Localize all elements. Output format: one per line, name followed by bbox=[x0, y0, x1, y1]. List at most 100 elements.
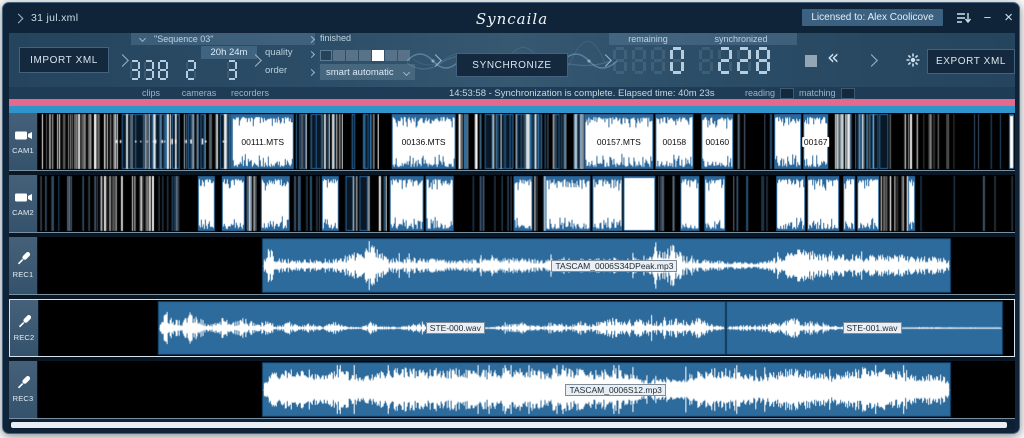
status-message: 14:53:58 - Synchronization is complete. … bbox=[449, 87, 715, 99]
quality-level-5[interactable] bbox=[372, 50, 384, 61]
track-content-REC1: TASCAM_0006S34DPeak.mp3 bbox=[38, 237, 1015, 294]
quality-level-2[interactable] bbox=[333, 50, 345, 61]
track-name: CAM1 bbox=[12, 146, 34, 155]
track-name: CAM2 bbox=[12, 208, 34, 217]
flow-chevron-4-icon bbox=[599, 54, 612, 67]
matching-toggle[interactable] bbox=[841, 88, 855, 99]
video-clip-label: 00160 bbox=[703, 137, 731, 147]
track-row-REC1: REC1 TASCAM_0006S34DPeak.mp3 bbox=[9, 237, 1015, 295]
camera-icon bbox=[14, 190, 33, 205]
matching-label: matching bbox=[799, 88, 836, 98]
expand-project-icon[interactable] bbox=[14, 13, 24, 23]
track-header-REC1[interactable]: REC1 bbox=[9, 237, 38, 294]
video-clip-label: 00157.MTS bbox=[595, 137, 643, 147]
microphone-icon bbox=[14, 252, 33, 267]
matching-progress-bar bbox=[9, 99, 1015, 106]
video-clip-label: 00167 bbox=[802, 137, 830, 147]
import-xml-button[interactable]: IMPORT XML bbox=[19, 47, 109, 73]
track-row-CAM2: CAM2 bbox=[9, 175, 1015, 233]
video-clip-label: 00111.MTS bbox=[239, 137, 286, 147]
toolbar: IMPORT XML "Sequence 03" 20h 24m finishe… bbox=[9, 33, 1015, 87]
camera-icon bbox=[14, 128, 33, 143]
step-forward-button[interactable] bbox=[865, 54, 878, 67]
order-select[interactable]: smart automatic bbox=[320, 64, 415, 80]
reading-label: reading bbox=[745, 88, 775, 98]
synchronized-label: synchronized bbox=[695, 34, 787, 44]
clips-count bbox=[130, 60, 172, 85]
track-clips-canvas[interactable] bbox=[38, 175, 1015, 232]
track-content-REC2: STE-000.wav STE-001.wav bbox=[39, 300, 1014, 356]
order-label: order bbox=[265, 65, 287, 76]
order-value: smart automatic bbox=[326, 67, 394, 78]
horizontal-scrollbar[interactable] bbox=[9, 421, 1015, 429]
audio-clip-label: STE-001.wav bbox=[843, 322, 902, 334]
screen: 31 jul.xml Syncaila Licensed to: Alex Co… bbox=[0, 0, 1024, 438]
quality-chevron-icon bbox=[308, 51, 315, 58]
synchronize-button[interactable]: SYNCHRONIZE bbox=[456, 53, 568, 77]
order-select-arrow-icon bbox=[403, 68, 410, 75]
audio-clip-label: STE-000.wav bbox=[426, 322, 485, 334]
quality-level-4[interactable] bbox=[359, 50, 371, 61]
quality-label: quality bbox=[265, 47, 292, 58]
track-clips-canvas[interactable] bbox=[38, 237, 1015, 294]
quality-level-7[interactable] bbox=[398, 50, 410, 61]
sync-status: finished bbox=[320, 33, 351, 43]
track-header-CAM2[interactable]: CAM2 bbox=[9, 175, 38, 232]
track-name: REC1 bbox=[13, 270, 34, 279]
track-name: REC3 bbox=[13, 394, 34, 403]
project-name: 31 jul.xml bbox=[31, 12, 78, 24]
microphone-icon bbox=[15, 315, 34, 330]
quality-level-6[interactable] bbox=[385, 50, 397, 61]
track-header-CAM1[interactable]: CAM1 bbox=[9, 113, 38, 170]
status-row: clips cameras recorders 14:53:58 - Synch… bbox=[9, 87, 1015, 99]
audio-clip-label: TASCAM_0006S12.mp3 bbox=[565, 384, 665, 396]
titlebar: 31 jul.xml Syncaila Licensed to: Alex Co… bbox=[9, 7, 1015, 33]
recorders-count bbox=[227, 60, 241, 85]
track-header-REC2[interactable]: REC2 bbox=[10, 300, 39, 356]
track-content-CAM1: 00111.MTS 00136.MTS 00157.MTS 00158 00160 001… bbox=[38, 113, 1015, 170]
close-icon[interactable]: × bbox=[1004, 11, 1013, 24]
sequence-duration: 20h 24m bbox=[201, 46, 257, 59]
rewind-button[interactable]: « bbox=[827, 47, 839, 67]
matching-toggle-group: matching bbox=[799, 87, 855, 99]
remaining-label: remaining bbox=[615, 34, 681, 44]
audio-clip-label: TASCAM_0006S34DPeak.mp3 bbox=[551, 260, 677, 272]
recorders-count-label: recorders bbox=[223, 87, 277, 99]
license-badge[interactable]: Licensed to: Alex Coolicove bbox=[802, 9, 942, 26]
stop-button[interactable] bbox=[805, 55, 817, 67]
cameras-count-label: cameras bbox=[175, 87, 223, 99]
sequence-name[interactable]: "Sequence 03" bbox=[154, 34, 213, 44]
reading-toggle[interactable] bbox=[780, 88, 794, 99]
track-clips-canvas[interactable] bbox=[38, 361, 1015, 418]
reading-progress-bar bbox=[9, 106, 1015, 113]
export-xml-button[interactable]: EXPORT XML bbox=[927, 49, 1015, 74]
track-row-REC2: REC2 STE-000.wav STE-001.wav bbox=[9, 299, 1015, 357]
reading-toggle-group: reading bbox=[745, 87, 794, 99]
clips-count-label: clips bbox=[129, 87, 173, 99]
app-logo: Syncaila bbox=[476, 10, 548, 28]
order-chevron-icon bbox=[308, 69, 315, 76]
flow-chevron-3-icon bbox=[429, 54, 442, 67]
flow-chevron-1-icon bbox=[116, 54, 129, 67]
video-clip-label: 00158 bbox=[661, 137, 689, 147]
track-name: REC2 bbox=[14, 333, 35, 342]
quality-level-1[interactable] bbox=[320, 50, 332, 61]
log-icon[interactable] bbox=[956, 11, 971, 25]
track-row-REC3: REC3 TASCAM_0006S12.mp3 bbox=[9, 361, 1015, 419]
app-window: 31 jul.xml Syncaila Licensed to: Alex Co… bbox=[2, 2, 1020, 434]
track-header-REC3[interactable]: REC3 bbox=[9, 361, 38, 418]
settings-gear-icon[interactable] bbox=[905, 52, 921, 73]
minimize-icon[interactable]: − bbox=[984, 11, 992, 24]
quality-level-3[interactable] bbox=[346, 50, 358, 61]
remaining-count bbox=[613, 47, 689, 79]
timeline-tracks: CAM1 00111.MTS 00136.MTS 00157.MTS 00158 0016… bbox=[9, 113, 1015, 419]
cameras-count bbox=[186, 60, 200, 85]
synchronized-count bbox=[699, 47, 775, 79]
track-content-CAM2 bbox=[38, 175, 1015, 232]
video-clip-label: 00136.MTS bbox=[400, 137, 448, 147]
track-clips-canvas[interactable] bbox=[38, 113, 1015, 170]
microphone-icon bbox=[14, 376, 33, 391]
track-content-REC3: TASCAM_0006S12.mp3 bbox=[38, 361, 1015, 418]
scrollbar-thumb[interactable] bbox=[11, 422, 1007, 428]
track-row-CAM1: CAM1 00111.MTS 00136.MTS 00157.MTS 00158 0016… bbox=[9, 113, 1015, 171]
